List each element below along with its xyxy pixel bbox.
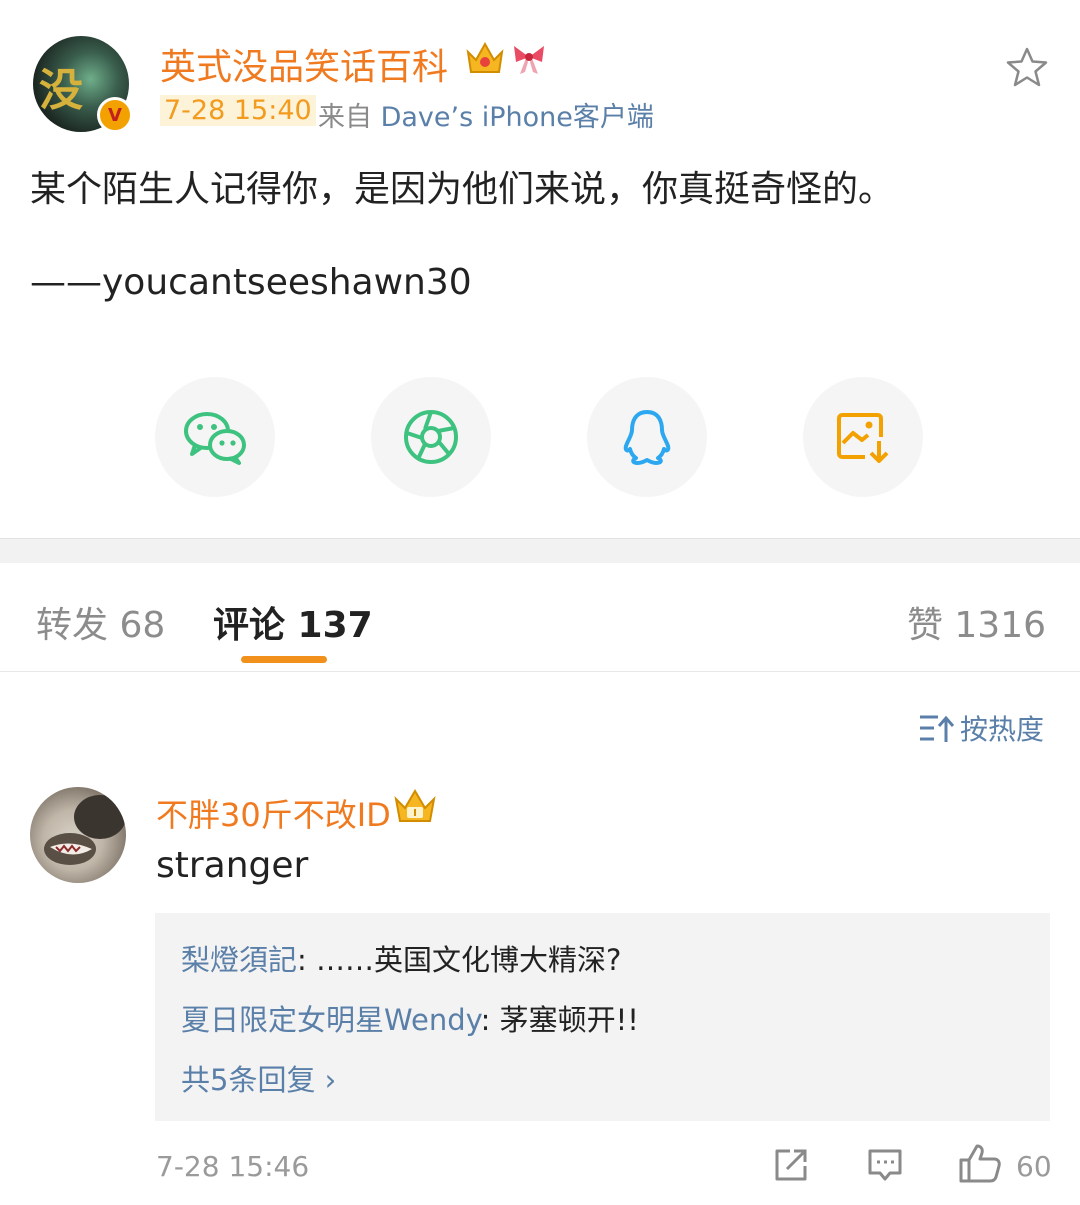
dog-avatar-image xyxy=(44,795,126,865)
sort-label: 按热度 xyxy=(960,713,1045,746)
tab-likes[interactable]: 赞 1316 xyxy=(907,596,1046,648)
moments-aperture-icon xyxy=(404,410,458,464)
comment-time: 7-28 15:46 xyxy=(156,1150,310,1183)
like-thumb-icon[interactable] xyxy=(958,1142,1002,1184)
crown-icon xyxy=(466,41,504,73)
active-tab-indicator xyxy=(241,656,327,663)
share-qq-button[interactable] xyxy=(587,377,707,497)
tab-comments[interactable]: 评论 137 xyxy=(213,596,373,648)
section-divider xyxy=(0,538,1080,563)
share-comment-icon[interactable] xyxy=(772,1146,810,1184)
avatar-text: 没 xyxy=(39,65,83,116)
view-all-replies-link[interactable]: 共5条回复 › xyxy=(181,1057,336,1099)
sort-by-hot-button[interactable]: 按热度 xyxy=(918,708,1044,748)
favorite-star-icon[interactable] xyxy=(1005,46,1049,88)
reply-item[interactable]: 夏日限定女明星Wendy: 茅塞顿开!! xyxy=(181,997,639,1039)
source-prefix: 来自 xyxy=(318,102,372,133)
share-moments-button[interactable] xyxy=(371,377,491,497)
save-image-button[interactable] xyxy=(803,377,923,497)
post-time: 7-28 15:40 xyxy=(160,95,316,126)
wechat-icon xyxy=(184,412,246,465)
reply-text: : 茅塞顿开!! xyxy=(480,1003,639,1037)
reply-user[interactable]: 夏日限定女明星Wendy xyxy=(181,1003,481,1037)
qq-penguin-icon xyxy=(623,410,671,465)
reply-user[interactable]: 梨燈須記 xyxy=(181,943,297,977)
sort-icon xyxy=(920,715,954,742)
commenter-name[interactable]: 不胖30斤不改ID xyxy=(156,790,391,836)
source-device[interactable]: Dave’s iPhone客户端 xyxy=(381,102,654,133)
post-source: 来自 Dave’s iPhone客户端 xyxy=(318,95,654,134)
like-count: 60 xyxy=(1016,1150,1052,1183)
save-image-icon xyxy=(837,413,889,463)
reply-comment-icon[interactable] xyxy=(866,1146,904,1184)
reply-item[interactable]: 梨燈須記: ……英国文化博大精深? xyxy=(181,937,621,979)
tabs-divider xyxy=(0,671,1080,672)
share-wechat-button[interactable] xyxy=(155,377,275,497)
replies-box[interactable]: 梨燈須記: ……英国文化博大精深? 夏日限定女明星Wendy: 茅塞顿开!! 共… xyxy=(155,913,1050,1121)
comment-text: stranger xyxy=(156,845,309,886)
verified-badge-icon: V xyxy=(97,97,133,133)
author-name[interactable]: 英式没品笑话百科 xyxy=(160,38,448,90)
tab-repost[interactable]: 转发 68 xyxy=(36,596,165,648)
bow-badge-icon xyxy=(514,46,544,74)
commenter-avatar[interactable] xyxy=(30,787,126,883)
post-signature: ——youcantseeshawn30 xyxy=(30,262,472,303)
post-text: 某个陌生人记得你，是因为他们来说，你真挺奇怪的。 xyxy=(30,169,895,210)
reply-text: : ……英国文化博大精深? xyxy=(297,943,622,977)
member-crown-icon xyxy=(394,789,436,822)
